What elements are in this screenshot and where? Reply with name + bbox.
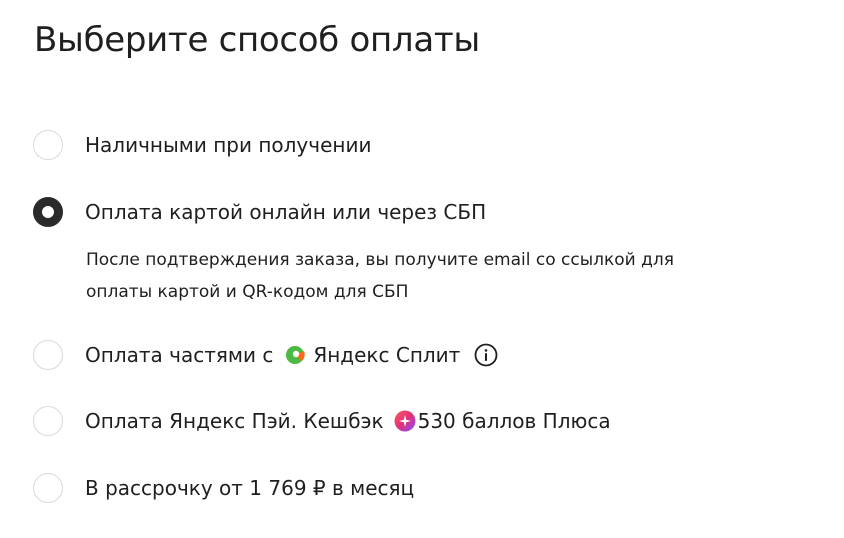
yandex-pay-label-prefix: Оплата Яндекс Пэй. Кешбэк: [85, 409, 384, 433]
radio-installment[interactable]: [33, 473, 63, 503]
radio-card-sbp[interactable]: [33, 197, 63, 227]
info-icon[interactable]: [474, 343, 498, 367]
payment-option-card-sbp-label: Оплата картой онлайн или через СБП: [85, 200, 487, 224]
payment-option-cash-label: Наличными при получении: [85, 133, 372, 157]
payment-option-card-sbp[interactable]: Оплата картой онлайн или через СБП: [33, 196, 486, 228]
page-title: Выберите способ оплаты: [34, 20, 480, 60]
yandex-plus-icon: [394, 410, 416, 432]
payment-option-yandex-pay[interactable]: Оплата Яндекс Пэй. Кешбэк 530 баллов Плю…: [33, 405, 611, 437]
description-line-1: После подтверждения заказа, вы получите …: [86, 250, 674, 270]
payment-option-card-sbp-description: После подтверждения заказа, вы получите …: [86, 244, 766, 308]
payment-option-cash[interactable]: Наличными при получении: [33, 129, 371, 161]
radio-cash[interactable]: [33, 130, 63, 160]
description-line-2: оплаты картой и QR-кодом для СБП: [86, 282, 409, 302]
radio-yandex-pay[interactable]: [33, 406, 63, 436]
yandex-split-icon: [286, 346, 306, 364]
split-label-prefix: Оплата частями с: [85, 343, 274, 367]
payment-option-installment-label: В рассрочку от 1 769 ₽ в месяц: [85, 476, 415, 500]
payment-option-installment[interactable]: В рассрочку от 1 769 ₽ в месяц: [33, 472, 414, 504]
payment-option-split-label: Оплата частями с Яндекс Сплит: [85, 343, 498, 367]
split-brand-label: Яндекс Сплит: [313, 343, 461, 367]
payment-option-yandex-pay-label: Оплата Яндекс Пэй. Кешбэк 530 баллов Плю…: [85, 409, 611, 433]
radio-split[interactable]: [33, 340, 63, 370]
payment-option-split[interactable]: Оплата частями с Яндекс Сплит: [33, 339, 498, 371]
cashback-bonus-label: 530 баллов Плюса: [417, 409, 611, 433]
payment-method-page: Выберите способ оплаты Наличными при пол…: [0, 0, 844, 538]
